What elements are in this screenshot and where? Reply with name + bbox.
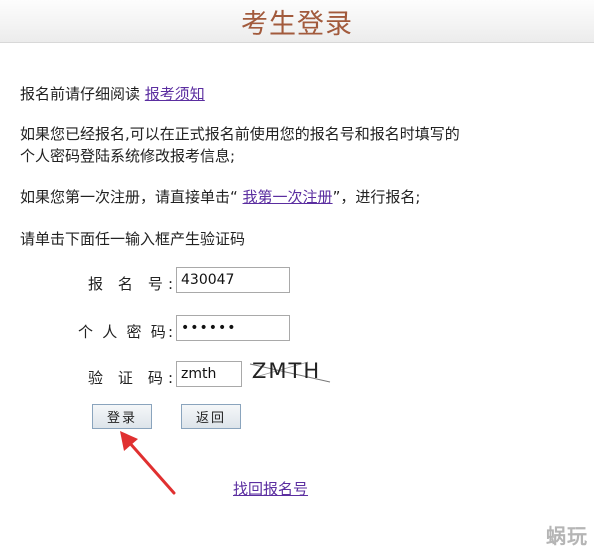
first-time-line: 如果您第一次注册，请直接单击“ 我第一次注册”，进行报名; [20,186,560,208]
modify-info-text: 如果您已经报名,可以在正式报名前使用您的报名号和报名时填写的 个人密码登陆系统修… [20,123,560,167]
notice-line: 报名前请仔细阅读 报考须知 [20,83,560,105]
find-reg-no-link[interactable]: 找回报名号 [233,478,308,499]
reg-no-input[interactable] [176,267,290,293]
red-arrow-annotation [120,431,176,495]
page-title: 考生登录 [241,8,353,40]
back-button[interactable]: 返回 [181,404,241,429]
first-register-link[interactable]: 我第一次注册 [243,188,333,206]
notice-prefix: 报名前请仔细阅读 [20,85,145,103]
captcha-hint: 请单击下面任一输入框产生验证码 [20,230,246,248]
captcha-label: 验 证 码: [88,369,173,387]
first-time-suffix: ”，进行报名; [332,188,421,206]
captcha-input[interactable] [176,361,242,387]
password-input[interactable] [176,315,290,341]
captcha-text: ZMTH [252,359,321,383]
watermark: 蜗玩 [546,524,588,548]
exam-notice-link[interactable]: 报考须知 [145,85,205,103]
reg-no-label: 报 名 号: [88,275,173,293]
first-time-prefix: 如果您第一次注册，请直接单击“ [20,188,243,206]
password-label: 个 人 密 码: [78,323,173,341]
captcha-image[interactable]: ZMTH [248,356,332,386]
page-header: 考生登录 [0,0,594,43]
modify-info-line1: 如果您已经报名,可以在正式报名前使用您的报名号和报名时填写的 [20,125,460,143]
modify-info-line2: 个人密码登陆系统修改报考信息; [20,147,236,165]
